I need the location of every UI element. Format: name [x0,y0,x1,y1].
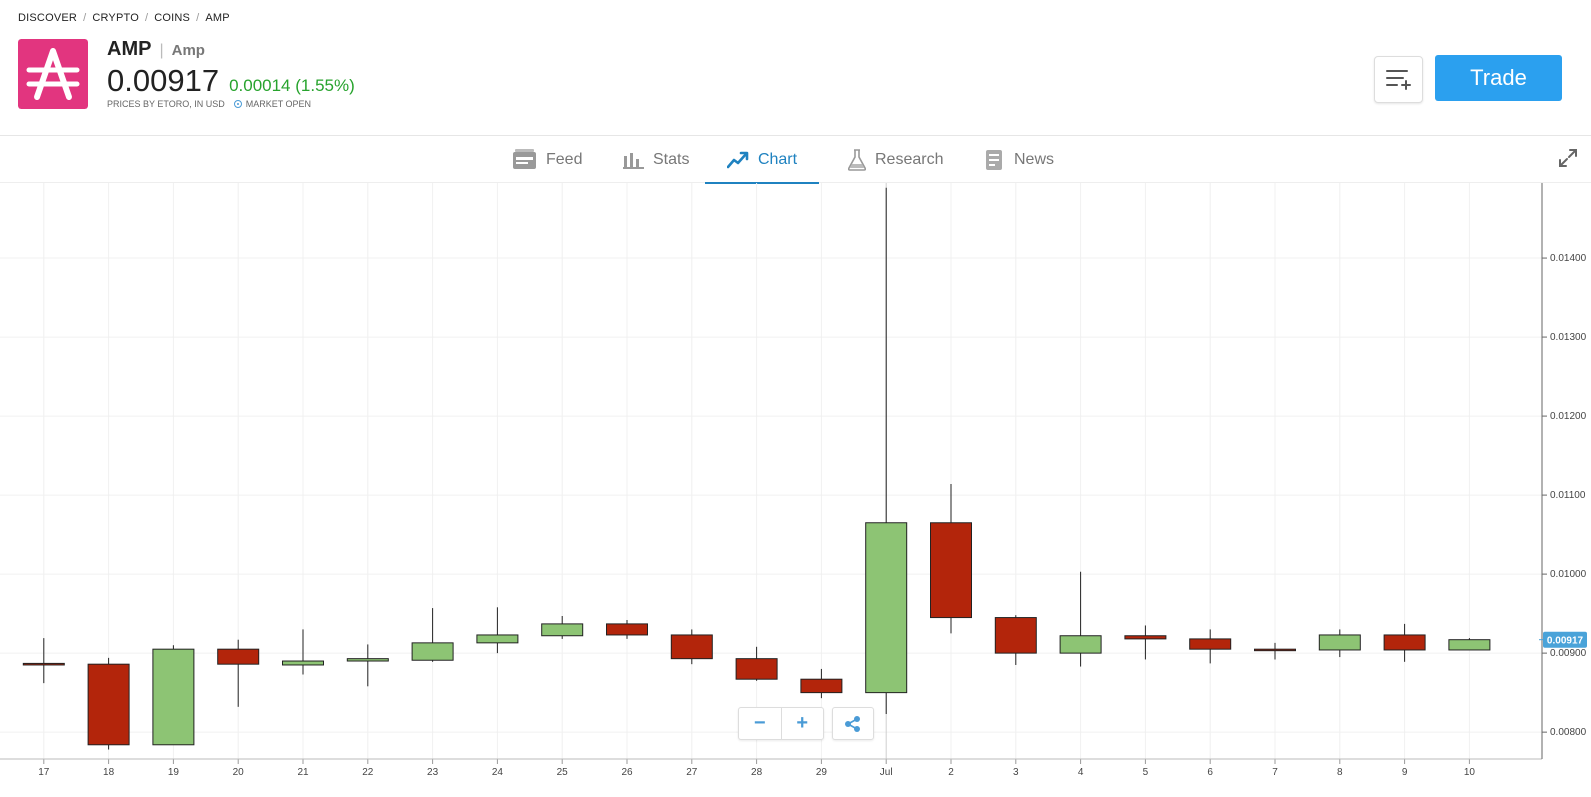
x-tick-label: 21 [297,767,309,778]
tab-stats-label: Stats [653,150,690,168]
y-tick-label: 0.01400 [1550,253,1587,264]
current-price-label: 0.00917 [1547,636,1584,647]
x-tick-label: Jul [880,767,893,778]
news-icon [985,149,1005,171]
expand-icon [1559,149,1577,167]
tab-chart-label: Chart [757,150,798,168]
breadcrumb-crypto[interactable]: CRYPTO [92,12,139,24]
tab-feed[interactable]: Feed [512,136,582,183]
x-tick-label: 18 [103,767,115,778]
tab-news-label: News [1014,150,1055,168]
tab-chart[interactable]: Chart [705,136,819,184]
breadcrumb-current: AMP [205,12,230,24]
x-tick-label: 7 [1272,767,1278,778]
candle-body [994,617,1037,654]
y-tick-label: 0.00900 [1550,648,1587,659]
candle-body [1124,635,1167,640]
x-tick-label: 2 [948,767,954,778]
x-tick-label: 3 [1013,767,1019,778]
title-divider: | [159,42,164,59]
x-tick-label: 23 [427,767,439,778]
trade-button[interactable]: Trade [1435,55,1562,101]
y-tick-label: 0.01300 [1550,332,1587,343]
instrument-name: Amp [171,42,205,59]
candle-body [1318,634,1361,651]
x-tick-label: 26 [621,767,633,778]
zoom-out-button[interactable]: − [739,708,782,739]
current-price: 0.00917 [107,63,220,98]
candle-body [22,662,65,666]
x-tick-label: 27 [686,767,698,778]
price-chart[interactable]: 0.01400 0.01300 0.01200 0.01100 0.01000 0.009… [0,183,1591,797]
chart-icon [726,151,749,169]
tab-feed-label: Feed [546,150,583,168]
price-change: 0.00014 (1.55%) [229,76,355,95]
y-tick-label: 0.01200 [1550,411,1587,422]
y-tick-label: 0.01000 [1550,569,1587,580]
x-tick-label: 24 [492,767,504,778]
candle-body [735,658,778,680]
expand-chart-button[interactable] [1558,148,1578,173]
x-tick-label: 6 [1207,767,1213,778]
share-chart-button[interactable] [832,707,874,740]
watchlist-button[interactable] [1374,56,1423,103]
tab-stats[interactable]: Stats [623,136,689,183]
zoom-controls: − + [738,707,824,740]
candle-body [1189,638,1232,650]
price-line: 0.00917 0.00014 (1.55%) [107,63,355,99]
x-tick-label: 20 [233,767,245,778]
x-tick-label: 8 [1337,767,1343,778]
zoom-in-button[interactable]: + [782,708,824,739]
market-status: MARKET OPEN [245,99,312,109]
candle-body [800,678,843,694]
instrument-symbol: AMP [107,38,152,60]
candle-body [1254,648,1296,652]
candle-body [1059,635,1102,654]
candle-body [1383,634,1426,651]
add-to-watchlist-icon [1386,70,1411,90]
candle-body [541,623,584,637]
price-meta: PRICES BY ETORO, IN USD MARKET OPEN [107,99,311,109]
tabs-bar: Feed Stats Chart Research News [0,135,1591,184]
candle-body [670,634,713,660]
candle-body [346,658,389,662]
candle-body [87,663,130,746]
y-tick-label: 0.00800 [1550,727,1587,738]
x-tick-label: 28 [751,767,763,778]
candle-body [476,634,519,644]
candle-body [217,648,260,665]
x-tick-label: 25 [557,767,569,778]
candle-body [865,522,908,694]
instrument-title: AMP | Amp [107,38,205,61]
tab-news[interactable]: News [985,136,1054,183]
tab-research[interactable]: Research [848,136,943,183]
x-tick-label: 9 [1402,767,1408,778]
x-tick-label: 5 [1143,767,1149,778]
candle-body [282,660,324,666]
breadcrumb-coins[interactable]: COINS [154,12,190,24]
x-tick-label: 4 [1078,767,1084,778]
amp-logo [18,39,88,109]
x-tick-label: 17 [38,767,50,778]
candle-body [930,522,972,619]
candle-body [606,623,648,636]
feed-icon [512,148,537,171]
market-status-icon [233,100,242,108]
candle-body [1448,639,1491,651]
x-tick-label: 29 [816,767,828,778]
share-icon [845,715,860,732]
candle-body [152,648,195,746]
x-tick-label: 22 [362,767,374,778]
breadcrumb-discover[interactable]: DISCOVER [18,12,77,24]
x-tick-label: 10 [1464,767,1476,778]
x-tick-label: 19 [168,767,180,778]
price-source: PRICES BY ETORO, IN USD [107,99,225,109]
candle-body [411,642,454,661]
flask-icon [848,148,866,171]
tab-research-label: Research [875,150,944,168]
y-tick-label: 0.01100 [1550,490,1586,501]
breadcrumb: DISCOVER / CRYPTO / COINS / AMP [18,12,230,24]
stats-icon [623,151,644,169]
